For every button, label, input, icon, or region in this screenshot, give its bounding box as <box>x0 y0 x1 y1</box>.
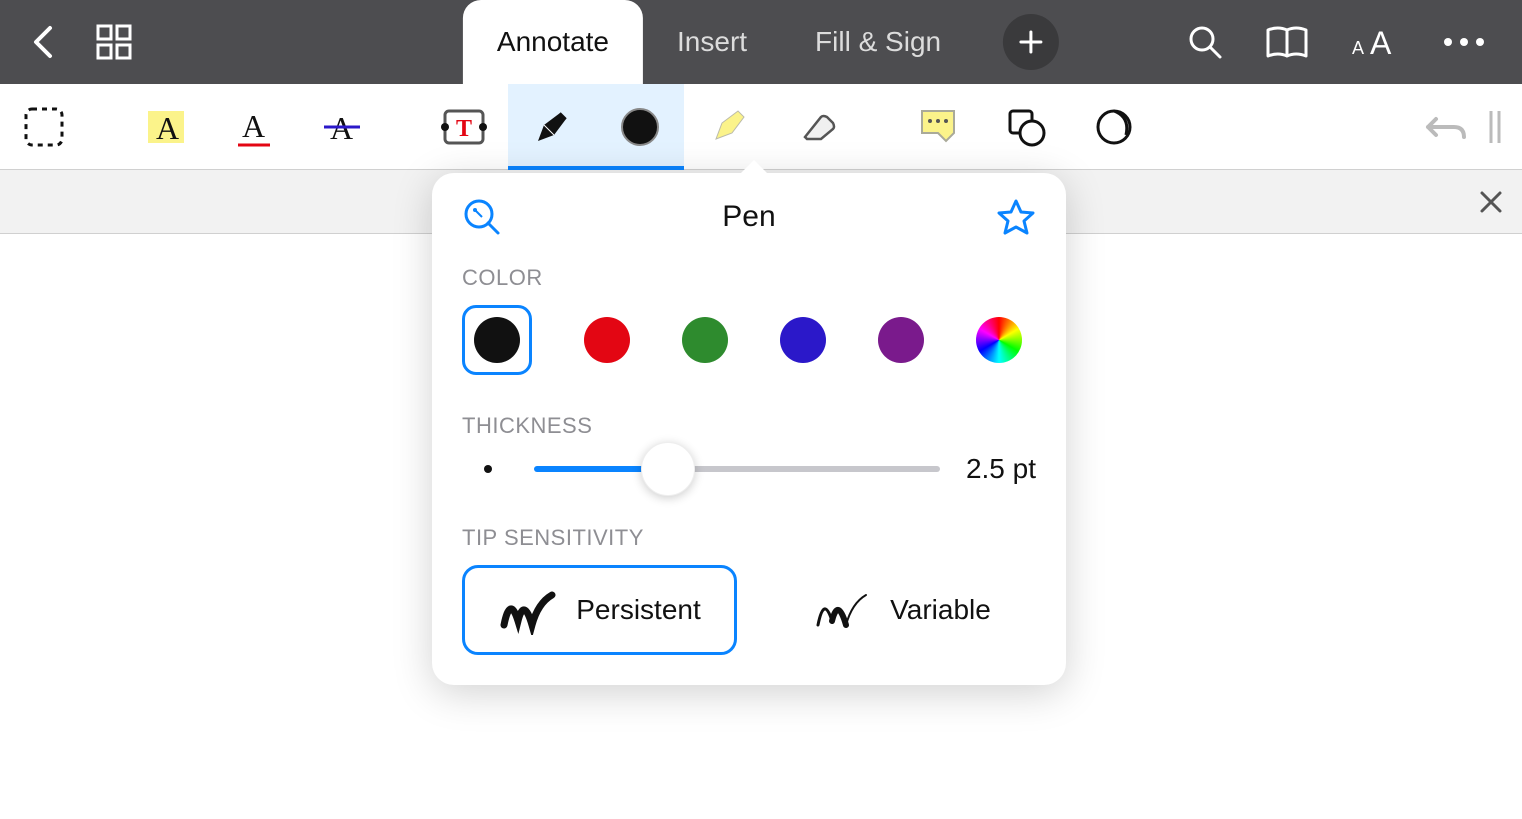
more-button[interactable] <box>1442 36 1486 48</box>
color-swatch-green[interactable] <box>682 317 728 363</box>
tab-fill-sign[interactable]: Fill & Sign <box>781 0 975 84</box>
tool-stamp[interactable] <box>1070 84 1158 170</box>
thickness-min-indicator <box>484 465 492 473</box>
toolbar-right <box>1424 107 1522 147</box>
plus-icon <box>1018 29 1044 55</box>
toolbar-drag-handle[interactable] <box>1486 107 1504 147</box>
tip-persistent-button[interactable]: Persistent <box>462 565 737 655</box>
svg-text:A: A <box>242 108 265 144</box>
tab-annotate[interactable]: Annotate <box>463 0 643 84</box>
tab-insert[interactable]: Insert <box>643 0 781 84</box>
thickness-row: 2.5 pt <box>462 453 1036 485</box>
library-button[interactable] <box>94 22 134 62</box>
tip-variable-label: Variable <box>890 594 991 626</box>
thickness-slider[interactable] <box>534 466 940 472</box>
svg-text:A: A <box>1370 25 1392 60</box>
scribble-variable-icon <box>812 585 872 635</box>
shapes-icon <box>1004 107 1048 147</box>
grid-icon <box>94 22 134 62</box>
color-swatch-black[interactable] <box>462 305 532 375</box>
strikethrough-text-icon: A <box>320 105 364 149</box>
sticky-note-icon <box>916 107 960 147</box>
toolbar-tools: A A A T <box>0 84 1158 170</box>
text-size-icon: AA <box>1350 24 1402 60</box>
selection-dashed-icon <box>22 105 66 149</box>
freehand-highlighter-icon <box>706 105 750 149</box>
back-button[interactable] <box>30 24 54 60</box>
thickness-section-label: THICKNESS <box>462 413 1036 439</box>
tip-sensitivity-row: Persistent Variable <box>462 565 1036 655</box>
popover-title: Pen <box>722 200 775 234</box>
scribble-thick-icon <box>498 585 558 635</box>
zoom-inspect-button[interactable] <box>462 197 502 237</box>
tool-eraser[interactable] <box>772 84 860 170</box>
favorite-button[interactable] <box>996 197 1036 237</box>
close-icon <box>1478 189 1504 215</box>
tool-strikethrough-text[interactable]: A <box>298 84 386 170</box>
tool-selection[interactable] <box>0 84 88 170</box>
tool-text-box[interactable]: T <box>420 84 508 170</box>
close-button[interactable] <box>1478 189 1504 215</box>
topbar-right: AA <box>1186 23 1522 61</box>
popover-header: Pen <box>462 197 1036 237</box>
magnifier-ink-icon <box>462 197 502 237</box>
tool-pen[interactable] <box>508 84 596 170</box>
app-topbar: Annotate Insert Fill & Sign AA <box>0 0 1522 84</box>
color-swatch-red[interactable] <box>584 317 630 363</box>
topbar-left <box>0 22 134 62</box>
chevron-left-icon <box>30 24 54 60</box>
ellipsis-icon <box>1442 36 1486 48</box>
search-icon <box>1186 23 1224 61</box>
color-swatch-blue[interactable] <box>780 317 826 363</box>
tip-section-label: TIP SENSITIVITY <box>462 525 1036 551</box>
add-tab-button[interactable] <box>1003 14 1059 70</box>
text-size-button[interactable]: AA <box>1350 24 1402 60</box>
svg-text:T: T <box>456 116 472 142</box>
color-swatches <box>462 305 1036 375</box>
undo-button[interactable] <box>1424 111 1468 143</box>
tip-variable-button[interactable]: Variable <box>767 565 1036 655</box>
tool-shapes[interactable] <box>982 84 1070 170</box>
color-circle-icon <box>618 105 662 149</box>
drag-handle-icon <box>1486 107 1504 147</box>
color-swatch-custom[interactable] <box>976 317 1022 363</box>
tool-freehand-highlighter[interactable] <box>684 84 772 170</box>
color-section-label: COLOR <box>462 265 1036 291</box>
pen-popover: Pen COLOR THICKNESS 2.5 pt TIP SENSITIVI… <box>432 173 1066 685</box>
reader-view-button[interactable] <box>1264 24 1310 60</box>
color-swatch-purple[interactable] <box>878 317 924 363</box>
undo-icon <box>1424 111 1468 143</box>
search-button[interactable] <box>1186 23 1224 61</box>
underline-text-icon: A <box>232 105 276 149</box>
tool-highlight-text[interactable]: A <box>122 84 210 170</box>
eraser-icon <box>793 109 839 145</box>
thickness-slider-handle[interactable] <box>641 442 695 496</box>
pen-icon <box>530 105 574 149</box>
star-icon <box>996 197 1036 237</box>
tool-pen-color[interactable] <box>596 84 684 170</box>
tool-underline-text[interactable]: A <box>210 84 298 170</box>
highlight-text-icon: A <box>144 105 188 149</box>
svg-text:A: A <box>156 110 179 146</box>
mode-tabs: Annotate Insert Fill & Sign <box>463 0 1059 84</box>
annotate-toolbar: A A A T <box>0 84 1522 170</box>
tool-sticky-note[interactable] <box>894 84 982 170</box>
book-icon <box>1264 24 1310 60</box>
svg-text:A: A <box>1352 38 1364 58</box>
text-box-icon: T <box>439 105 489 149</box>
tip-persistent-label: Persistent <box>576 594 701 626</box>
stamp-icon <box>1094 107 1134 147</box>
thickness-value: 2.5 pt <box>966 453 1036 485</box>
